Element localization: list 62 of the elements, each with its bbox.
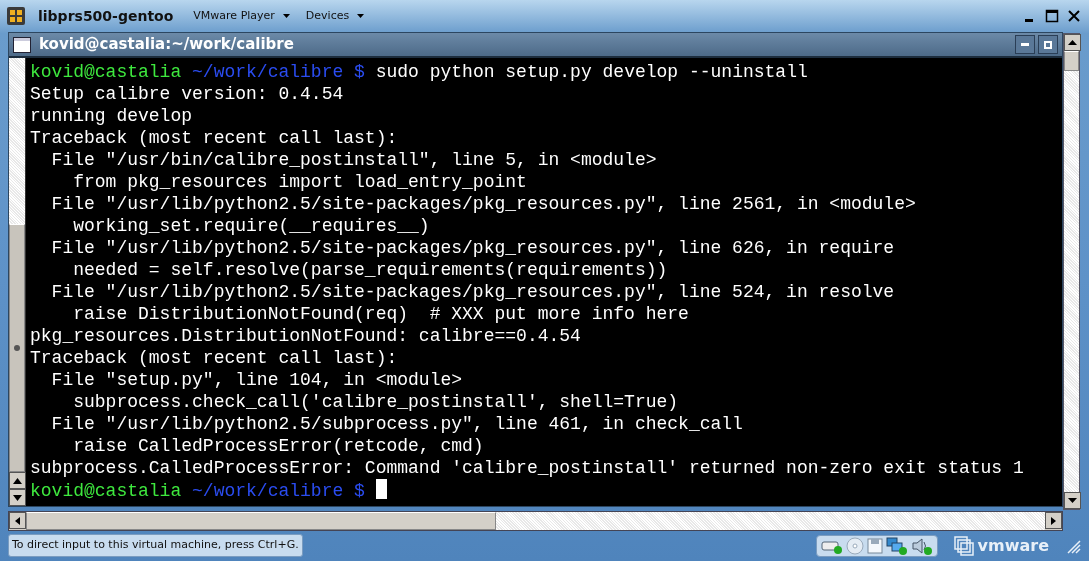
prompt-path: ~/work/calibre $ (192, 481, 365, 501)
grip-icon (14, 345, 20, 352)
window-title: libprs500-gentoo (38, 6, 174, 26)
prompt-path: ~/work/calibre $ (192, 62, 365, 82)
maximize-icon (1044, 40, 1052, 49)
output-line: File "/usr/lib/python2.5/site-packages/pkg_resources.py", line 626, in require (50, 238, 895, 258)
close-icon[interactable] (1067, 9, 1081, 23)
output-line: Traceback (most recent call last): (30, 128, 398, 148)
scroll-right-button[interactable] (1045, 512, 1062, 530)
resize-grip-icon[interactable] (1065, 538, 1081, 554)
minimize-button[interactable] (1015, 35, 1035, 54)
scroll-left-button[interactable] (9, 512, 26, 530)
menu-button[interactable]: VMware Player (189, 7, 294, 25)
scroll-down-button[interactable] (9, 489, 26, 507)
command-text: sudo python setup.py develop --uninstall (375, 62, 808, 82)
scrollbar-thumb[interactable] (26, 512, 496, 530)
output-line: raise DistributionNotFound(req) # XXX put more info here (72, 304, 689, 324)
logo-icon (953, 536, 974, 556)
terminal-title: kovid@castalia:~/work/calibre (39, 34, 294, 56)
scrollbar-thumb[interactable] (1064, 51, 1079, 71)
output-line: subprocess.CalledProcessError: Command 'calibre_postinstall' returned non-zero exit status 1 (30, 458, 1024, 478)
output-line: Traceback (most recent call last): (30, 348, 398, 368)
network-icon[interactable] (885, 537, 908, 555)
output-line: needed = self.resolve(parse_requirements(requirements)) (72, 260, 668, 280)
brand-logo: vmware (977, 535, 1049, 557)
output-line: Setup calibre version: 0.4.54 (30, 84, 344, 104)
speaker-icon[interactable] (910, 537, 933, 555)
output-line: File "/usr/lib/python2.5/site-packages/pkg_resources.py", line 2561, in <module> (50, 194, 916, 214)
horizontal-scrollbar[interactable] (8, 511, 1063, 531)
right-arrow-icon (1051, 516, 1056, 525)
up-arrow-icon (1068, 40, 1077, 45)
output-line: from pkg_resources import load_entry_point (72, 172, 527, 192)
scrollbar-thumb[interactable] (9, 224, 25, 473)
output-line: subprocess.check_call('calibre_postinstall', shell=True) (72, 392, 679, 412)
prompt-user: kovid@castalia (30, 62, 182, 82)
scroll-up-button[interactable] (1064, 34, 1081, 51)
output-line: pkg_resources.DistributionNotFound: calibre==0.4.54 (30, 326, 581, 346)
output-line: File "setup.py", line 104, in <module> (50, 370, 463, 390)
down-arrow-icon (1068, 498, 1077, 503)
maximize-button[interactable] (1038, 35, 1058, 54)
scroll-up-button[interactable] (9, 472, 26, 490)
output-line: File "/usr/bin/calibre_postinstall", line 5, in <module> (50, 150, 657, 170)
menu-button[interactable]: Devices (301, 7, 369, 25)
app-icon[interactable] (6, 6, 26, 26)
up-arrow-icon (13, 477, 22, 484)
output-line: File "/usr/lib/python2.5/site-packages/pkg_resources.py", line 524, in resolve (50, 282, 895, 302)
maximize-icon[interactable] (1045, 9, 1059, 23)
caret-icon (282, 14, 290, 18)
status-hint: To direct input to this virtual machine, press Ctrl+G. (8, 534, 303, 557)
output-line: raise CalledProcessError(retcode, cmd) (72, 436, 484, 456)
output-line: running develop (30, 106, 193, 126)
window-icon (13, 36, 31, 53)
vertical-scrollbar[interactable] (9, 58, 26, 507)
vertical-scrollbar[interactable] (1063, 33, 1080, 510)
prompt-user: kovid@castalia (30, 481, 182, 501)
caret-icon (357, 14, 365, 18)
output-line: File "/usr/lib/python2.5/subprocess.py", line 461, in check_call (50, 414, 743, 434)
down-arrow-icon (13, 494, 22, 501)
scroll-down-button[interactable] (1064, 492, 1081, 509)
output-line: working_set.require(__requires__) (72, 216, 430, 236)
left-arrow-icon (15, 516, 20, 525)
minimize-icon (1021, 43, 1029, 46)
